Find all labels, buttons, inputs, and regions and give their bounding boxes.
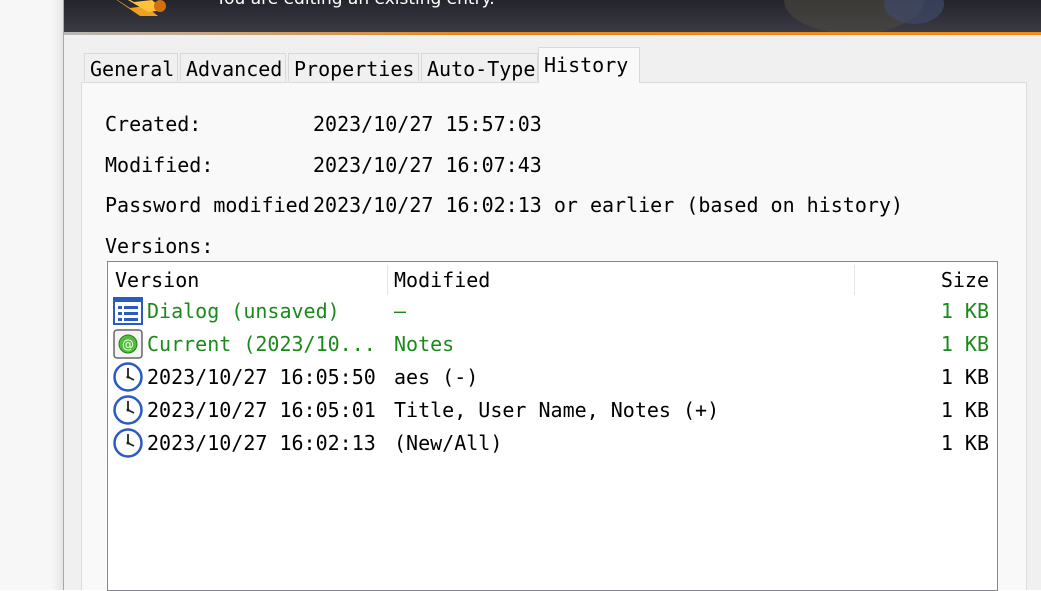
column-separator[interactable] — [387, 265, 388, 295]
tab-strip: General Advanced Properties Auto-Type Hi… — [84, 47, 1029, 83]
edit-entry-window: You are editing an existing entry. Gener… — [63, 0, 1041, 591]
created-value: 2023/10/27 15:57:03 — [313, 112, 542, 136]
tab-general[interactable]: General — [84, 53, 178, 81]
password-modified-value: 2023/10/27 16:02:13 or earlier (based on… — [313, 193, 904, 217]
password-modified-label: Password modified — [105, 193, 310, 217]
version-row-current[interactable]: @ Current (2023/10... Notes 1 KB — [108, 328, 997, 361]
modified-label: Modified: — [105, 153, 214, 177]
tab-properties[interactable]: Properties — [288, 53, 419, 81]
version-cell: 2023/10/27 16:02:13 — [147, 431, 376, 455]
version-row-dialog[interactable]: Dialog (unsaved) — 1 KB — [108, 295, 997, 328]
version-row[interactable]: 2023/10/27 16:05:50 aes (-) 1 KB — [108, 361, 997, 394]
version-cell: Dialog (unsaved) — [147, 299, 340, 323]
modified-cell: Notes — [394, 332, 455, 356]
modified-cell: Title, User Name, Notes (+) — [394, 398, 720, 422]
versions-label: Versions: — [105, 234, 214, 258]
tab-advanced[interactable]: Advanced — [180, 53, 286, 81]
size-cell: 1 KB — [940, 365, 989, 389]
clock-icon — [113, 362, 143, 392]
size-cell: 1 KB — [940, 431, 989, 455]
modified-value: 2023/10/27 16:07:43 — [313, 153, 542, 177]
banner-accent-line — [64, 32, 1041, 35]
banner-decoration — [784, 0, 944, 32]
clock-icon — [113, 428, 143, 458]
list-header: Version Modified Size — [108, 262, 997, 298]
column-header-version[interactable]: Version — [115, 262, 199, 296]
created-label: Created: — [105, 112, 202, 136]
versions-list[interactable]: Version Modified Size Dialog (unsaved) —… — [107, 261, 998, 591]
clock-icon — [113, 395, 143, 425]
modified-cell: — — [394, 299, 407, 323]
size-cell: 1 KB — [940, 332, 989, 356]
dialog-list-icon — [113, 297, 143, 325]
current-entry-icon: @ — [113, 329, 143, 359]
history-panel: Created: 2023/10/27 15:57:03 Modified: 2… — [81, 82, 1027, 591]
version-cell: 2023/10/27 16:05:50 — [147, 365, 376, 389]
size-cell: 1 KB — [940, 398, 989, 422]
version-row[interactable]: 2023/10/27 16:02:13 (New/All) 1 KB — [108, 427, 997, 460]
tab-history[interactable]: History — [538, 47, 640, 83]
modified-cell: aes (-) — [394, 365, 479, 389]
column-separator[interactable] — [854, 265, 855, 295]
column-header-modified[interactable]: Modified — [394, 262, 490, 296]
svg-text:@: @ — [122, 338, 134, 352]
tab-auto-type[interactable]: Auto-Type — [421, 53, 538, 81]
column-header-size[interactable]: Size — [941, 262, 989, 296]
size-cell: 1 KB — [940, 299, 989, 323]
modified-cell: (New/All) — [394, 431, 503, 455]
version-row[interactable]: 2023/10/27 16:05:01 Title, User Name, No… — [108, 394, 997, 427]
version-cell: 2023/10/27 16:05:01 — [147, 398, 376, 422]
header-banner: You are editing an existing entry. — [64, 0, 1041, 32]
version-cell: Current (2023/10... — [147, 332, 376, 356]
keys-icon — [116, 0, 166, 16]
banner-text: You are editing an existing entry. — [216, 0, 495, 9]
